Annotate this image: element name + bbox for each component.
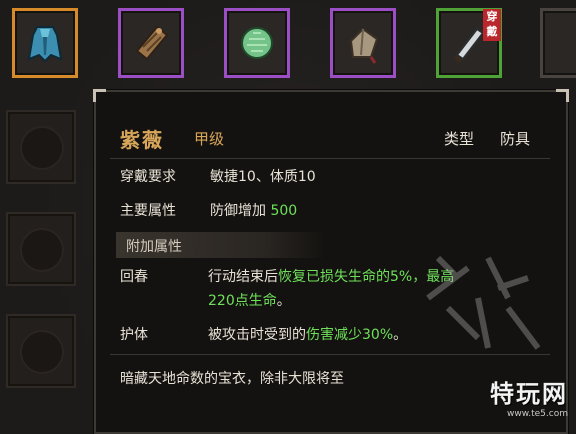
empty-slot[interactable] <box>6 110 76 184</box>
extra-attr-title: 附加属性 <box>126 239 182 255</box>
item-type-value: 防具 <box>500 130 531 148</box>
inventory-slot-4[interactable] <box>330 8 396 78</box>
inventory-slot-5[interactable]: 穿戴 <box>436 8 502 78</box>
main-attr: 防御增加 500 <box>210 200 297 220</box>
desc-text: 。 <box>276 293 291 309</box>
item-description: 暗藏天地命数的宝衣，除非大限将至 <box>120 371 344 387</box>
jade-orb-icon <box>241 27 273 59</box>
inventory-slot-6[interactable] <box>540 8 576 78</box>
desc-highlight: 220点生命 <box>208 293 277 309</box>
extra-attr-desc: 被攻击时受到的伤害减少30%。 <box>208 324 407 344</box>
watermark-brush-strokes <box>426 255 541 350</box>
scroll-icon <box>135 25 169 61</box>
desc-text: 。 <box>393 327 408 343</box>
watermark: 特玩网 www.te5.com <box>490 374 568 419</box>
pouch-icon <box>349 27 379 64</box>
inventory-slot-1[interactable] <box>12 8 78 78</box>
equip-requirement-label: 穿戴要求 <box>120 169 176 185</box>
item-type-label: 类型 <box>444 130 475 148</box>
inventory-slot-3[interactable] <box>224 8 290 78</box>
main-attr-text: 防御增加 <box>210 203 266 219</box>
watermark-url: www.te5.com <box>507 409 568 419</box>
item-name: 紫薇 <box>120 128 164 152</box>
desc-text: 行动结束后 <box>208 269 278 285</box>
desc-text: 被攻击时受到的 <box>208 327 306 343</box>
item-grade: 甲级 <box>194 130 225 148</box>
empty-slot[interactable] <box>6 314 76 388</box>
cloak-icon <box>27 26 63 63</box>
equip-requirement-value: 敏捷10、体质10 <box>210 169 316 185</box>
extra-attr-section: 附加属性 <box>116 232 326 258</box>
main-attr-value: 500 <box>270 203 298 219</box>
equipped-badge: 穿戴 <box>483 9 501 41</box>
extra-attr-desc-line2: 220点生命。 <box>208 290 291 310</box>
empty-slot[interactable] <box>6 212 76 286</box>
desc-highlight: 伤害减少30% <box>306 327 394 343</box>
extra-attr-name: 回春 <box>120 269 148 285</box>
watermark-brand: 特玩网 <box>490 380 568 408</box>
main-attr-label: 主要属性 <box>120 203 176 219</box>
extra-attr-name: 护体 <box>120 327 148 343</box>
inventory-slot-2[interactable] <box>118 8 184 78</box>
